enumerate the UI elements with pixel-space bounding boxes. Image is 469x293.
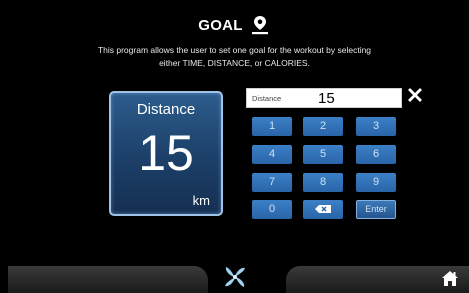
goal-value: 15 (138, 125, 194, 181)
backspace-button[interactable] (303, 200, 343, 219)
key-9[interactable]: 9 (356, 173, 396, 192)
title-row: GOAL (0, 14, 469, 36)
entry-value: 15 (318, 90, 335, 107)
key-7[interactable]: 7 (252, 173, 292, 192)
key-6[interactable]: 6 (356, 145, 396, 164)
backspace-icon (315, 205, 331, 213)
key-3[interactable]: 3 (356, 117, 396, 136)
close-icon[interactable] (407, 87, 423, 103)
entry-label: Distance (252, 94, 282, 103)
description-line-2: either TIME, DISTANCE, or CALORIES. (159, 58, 310, 68)
key-1[interactable]: 1 (252, 117, 292, 136)
location-pin-icon (251, 16, 268, 35)
key-0[interactable]: 0 (252, 200, 292, 219)
description-line-1: This program allows the user to set one … (97, 45, 372, 55)
description: This program allows the user to set one … (40, 44, 429, 70)
enter-button[interactable]: Enter (356, 200, 396, 219)
goal-type-label: Distance (136, 101, 196, 118)
key-4[interactable]: 4 (252, 145, 292, 164)
bottom-bar-left (8, 266, 208, 293)
header: GOAL This program allows the user to set… (0, 0, 469, 80)
fan-icon[interactable] (222, 264, 248, 290)
goal-unit: km (192, 193, 210, 208)
goal-entry-field[interactable]: Distance 15 (246, 88, 402, 108)
home-icon[interactable] (441, 270, 459, 287)
key-8[interactable]: 8 (303, 173, 343, 192)
key-5[interactable]: 5 (303, 145, 343, 164)
key-2[interactable]: 2 (303, 117, 343, 136)
page-title: GOAL (198, 16, 243, 34)
goal-display-panel: Distance 15 km (109, 91, 223, 216)
